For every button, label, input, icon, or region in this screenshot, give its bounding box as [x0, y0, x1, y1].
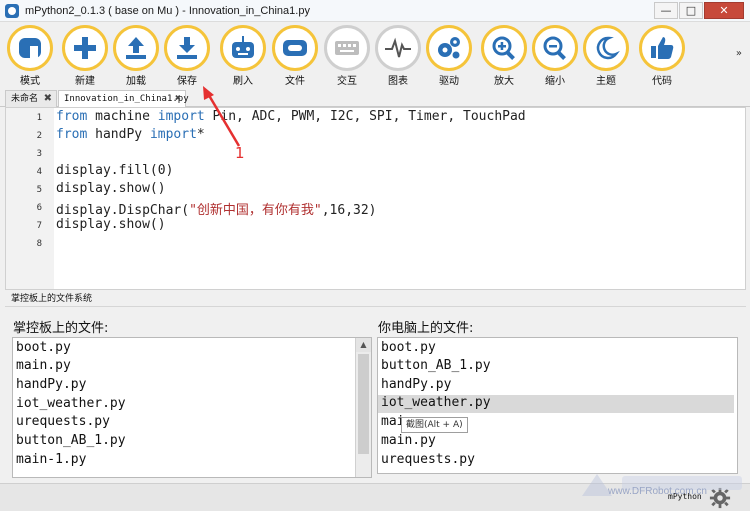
files-panel-header: 掌控板上的文件系统	[5, 292, 746, 307]
tab-label: Innovation_in_China1.py	[64, 94, 189, 104]
line-number-gutter: 1 2 3 4 5 6 7 8	[6, 108, 54, 289]
pulse-icon	[385, 37, 411, 58]
zoom-out-button[interactable]: 缩小	[529, 25, 581, 87]
files-panel: 掌控板上的文件: boot.py main.py handPy.py iot_w…	[5, 308, 746, 478]
zoom-out-icon	[543, 36, 566, 60]
zoom-out-label: 缩小	[545, 76, 565, 87]
toolbar-overflow-chevron-icon[interactable]: »	[736, 48, 742, 59]
theme-label: 主题	[596, 76, 616, 87]
new-button[interactable]: 新建	[59, 25, 111, 87]
plus-icon	[74, 37, 96, 59]
scroll-thumb[interactable]	[358, 354, 369, 454]
tab-innovation-in-china[interactable]: Innovation_in_China1.py ✖	[58, 90, 189, 107]
drivers-button[interactable]: 驱动	[423, 25, 475, 87]
pc-file-item[interactable]: main.py	[381, 433, 436, 448]
window-controls: — □ ✕	[653, 2, 744, 19]
pc-file-item[interactable]: urequests.py	[381, 452, 475, 467]
theme-button[interactable]: 主题	[580, 25, 632, 87]
new-label: 新建	[75, 76, 95, 87]
device-file-item[interactable]: boot.py	[16, 340, 71, 355]
watermark-text: www.DFRobot.com.cn	[608, 486, 707, 497]
code-line-2: from handPy import*	[56, 127, 205, 142]
repl-label: 交互	[337, 76, 357, 87]
pc-file-list[interactable]: boot.py button_AB_1.py handPy.py iot_wea…	[377, 337, 738, 474]
files-button[interactable]: 文件	[269, 25, 321, 87]
line-number: 3	[36, 149, 42, 159]
save-button[interactable]: 保存	[161, 25, 213, 87]
device-file-list[interactable]: boot.py main.py handPy.py iot_weather.py…	[12, 337, 372, 478]
load-button[interactable]: 加载	[110, 25, 162, 87]
line-number: 2	[36, 131, 42, 141]
device-file-item[interactable]: main-1.py	[16, 452, 86, 467]
device-file-item[interactable]: iot_weather.py	[16, 396, 126, 411]
robot-icon	[232, 36, 254, 58]
files-icon	[283, 40, 307, 56]
minimize-button[interactable]: —	[654, 2, 678, 19]
line-number: 1	[36, 113, 42, 123]
thumbs-up-icon	[651, 37, 674, 59]
device-list-scrollbar[interactable]: ▲	[355, 338, 371, 477]
code-line-7: display.show()	[56, 217, 166, 232]
repl-button[interactable]: 交互	[321, 25, 373, 87]
download-icon	[177, 37, 197, 59]
scroll-up-icon[interactable]: ▲	[356, 338, 371, 352]
tab-bar: 未命名 ✖ Innovation_in_China1.py ✖	[0, 89, 750, 107]
tab-label: 未命名	[11, 94, 39, 104]
code-line-5: display.show()	[56, 181, 166, 196]
line-number: 5	[36, 185, 42, 195]
zoom-in-button[interactable]: 放大	[478, 25, 530, 87]
device-file-item[interactable]: handPy.py	[16, 377, 86, 392]
code-line-6: display.DispChar("创新中国，有你有我",16,32)	[56, 203, 377, 218]
plotter-label: 图表	[388, 76, 408, 87]
window-title: mPython2_0.1.3 ( base on Mu ) - Innovati…	[25, 4, 310, 17]
upload-icon	[126, 37, 146, 59]
device-files-title: 掌控板上的文件:	[13, 321, 109, 336]
zoom-in-icon	[492, 36, 515, 60]
pc-file-item[interactable]: handPy.py	[381, 377, 451, 392]
line-number: 4	[36, 167, 42, 177]
toolbar: 模式 新建 加载 保存 刷入 文件 交互 图表 驱动 放大 缩小 主题 代码 »	[0, 22, 750, 88]
pc-file-item[interactable]: boot.py	[381, 340, 436, 355]
keyboard-icon	[335, 41, 359, 55]
tab-untitled[interactable]: 未命名 ✖	[5, 90, 57, 107]
mode-label: 模式	[20, 76, 40, 87]
close-button[interactable]: ✕	[704, 2, 744, 19]
line-number: 8	[36, 239, 42, 249]
device-file-item[interactable]: urequests.py	[16, 414, 110, 429]
plotter-button[interactable]: 图表	[372, 25, 424, 87]
code-check-button[interactable]: 代码	[636, 25, 688, 87]
tab-close-icon[interactable]: ✖	[175, 91, 181, 107]
load-label: 加载	[126, 76, 146, 87]
code-line-4: display.fill(0)	[56, 163, 174, 178]
screenshot-tooltip: 截图(Alt + A)	[401, 417, 468, 433]
tab-close-icon[interactable]: ✖	[44, 91, 52, 107]
zoom-in-label: 放大	[494, 76, 514, 87]
flash-label: 刷入	[233, 76, 253, 87]
moon-icon	[596, 36, 620, 60]
maximize-button[interactable]: □	[679, 2, 703, 19]
pc-files-title: 你电脑上的文件:	[378, 321, 474, 336]
pc-file-item[interactable]: button_AB_1.py	[381, 358, 491, 373]
mode-icon	[19, 38, 41, 58]
title-bar: mPython2_0.1.3 ( base on Mu ) - Innovati…	[0, 0, 750, 22]
line-number: 7	[36, 221, 42, 231]
device-file-item[interactable]: button_AB_1.py	[16, 433, 126, 448]
save-label: 保存	[177, 76, 197, 87]
code-line-1: from machine import Pin, ADC, PWM, I2C, …	[56, 109, 526, 124]
gears-icon	[438, 37, 460, 59]
files-label: 文件	[285, 76, 305, 87]
device-file-item[interactable]: main.py	[16, 358, 71, 373]
line-number: 6	[36, 203, 42, 213]
flash-button[interactable]: 刷入	[217, 25, 269, 87]
code-editor[interactable]: 1 2 3 4 5 6 7 8 from machine import Pin,…	[5, 107, 746, 290]
app-logo-icon	[5, 3, 19, 18]
drivers-label: 驱动	[439, 76, 459, 87]
annotation-number: 1	[235, 144, 245, 162]
code-check-label: 代码	[652, 76, 672, 87]
mode-button[interactable]: 模式	[4, 25, 56, 87]
pc-file-item-selected[interactable]: iot_weather.py	[378, 395, 734, 413]
